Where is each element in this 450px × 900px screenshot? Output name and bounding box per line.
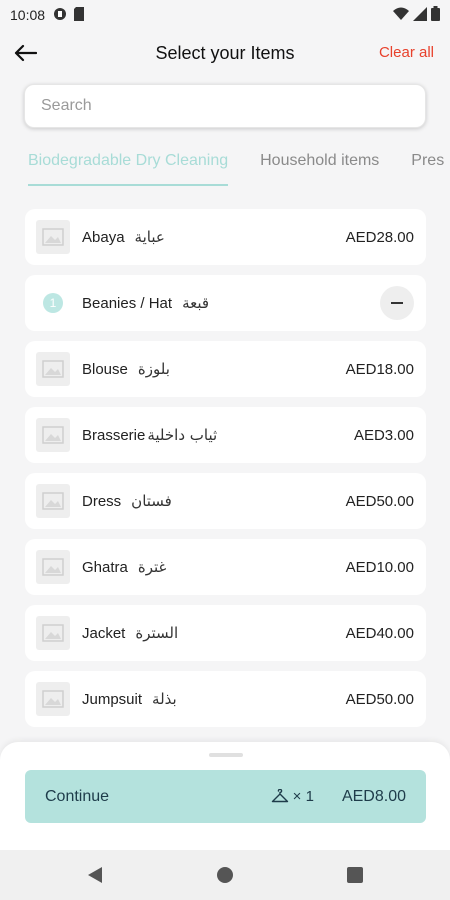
status-right xyxy=(393,6,440,24)
list-item-selected[interactable]: 1 Beanies / Hat قبعة xyxy=(25,275,426,331)
status-bar: 10:08 xyxy=(0,0,450,30)
drag-handle[interactable] xyxy=(209,753,243,757)
item-arabic-name: عباية xyxy=(134,228,165,246)
item-name: Abaya xyxy=(82,228,125,246)
item-arabic-name: قبعة xyxy=(182,294,210,312)
app-header: Select your Items Clear all xyxy=(0,32,450,74)
item-price: AED28.00 xyxy=(345,228,414,246)
status-time: 10:08 xyxy=(10,7,46,23)
item-count-value: × 1 xyxy=(292,788,314,805)
tab-household-items[interactable]: Household items xyxy=(260,146,379,186)
image-placeholder-icon xyxy=(36,418,70,452)
list-item[interactable]: Blouse بلوزة AED18.00 xyxy=(25,341,426,397)
nav-recents-button[interactable] xyxy=(340,860,370,890)
item-price: AED10.00 xyxy=(345,558,414,576)
tab-biodegradable-dry-cleaning[interactable]: Biodegradable Dry Cleaning xyxy=(28,146,229,186)
item-arabic-name: السترة xyxy=(135,624,179,642)
signal-icon xyxy=(413,6,427,24)
list-item[interactable]: Jacket السترة AED40.00 xyxy=(25,605,426,661)
circle-home-icon xyxy=(217,867,233,883)
sd-card-icon xyxy=(73,6,85,24)
item-arabic-name: بلوزة xyxy=(137,360,170,378)
nav-back-button[interactable] xyxy=(80,860,110,890)
image-placeholder-icon xyxy=(36,682,70,716)
list-item[interactable]: Ghatra غترة AED10.00 xyxy=(25,539,426,595)
nav-home-button[interactable] xyxy=(210,860,240,890)
item-arabic-name: ثياب داخلية xyxy=(147,426,218,444)
quantity-badge: 1 xyxy=(43,293,63,313)
item-price: AED40.00 xyxy=(345,624,414,642)
item-name: Jumpsuit xyxy=(82,690,143,708)
item-arabic-name: غترة xyxy=(137,558,167,576)
item-arabic-name: فستان xyxy=(131,492,172,510)
list-item[interactable]: Brasserie ثياب داخلية AED3.00 xyxy=(25,407,426,463)
image-placeholder-icon xyxy=(36,220,70,254)
item-list: Abaya عباية AED28.00 1 Beanies / Hat قبع… xyxy=(25,209,426,737)
image-placeholder-icon xyxy=(36,550,70,584)
item-price: AED50.00 xyxy=(345,690,414,708)
item-name: Brasserie xyxy=(82,426,146,444)
list-item[interactable]: Jumpsuit بذلة AED50.00 xyxy=(25,671,426,727)
square-recents-icon xyxy=(347,867,363,883)
continue-button[interactable]: Continue × 1 AED8.00 xyxy=(25,770,426,823)
back-arrow-icon xyxy=(14,44,37,62)
image-placeholder-icon xyxy=(36,352,70,386)
item-price: AED50.00 xyxy=(345,492,414,510)
item-arabic-name: بذلة xyxy=(152,690,177,708)
list-item[interactable]: Dress فستان AED50.00 xyxy=(25,473,426,529)
triangle-back-icon xyxy=(88,867,102,883)
bottom-sheet: Continue × 1 AED8.00 xyxy=(0,742,450,850)
system-nav-bar xyxy=(0,850,450,900)
item-name: Dress xyxy=(82,492,122,510)
item-name: Blouse xyxy=(82,360,128,378)
item-count: × 1 xyxy=(271,788,314,805)
item-name: Ghatra xyxy=(82,558,128,576)
total-price: AED8.00 xyxy=(341,787,406,805)
clear-all-button[interactable]: Clear all xyxy=(379,44,434,61)
item-price: AED18.00 xyxy=(345,360,414,378)
continue-label: Continue xyxy=(45,787,110,805)
search-box xyxy=(24,84,426,128)
category-tabs: Biodegradable Dry Cleaning Household ite… xyxy=(28,146,450,188)
decrease-quantity-button[interactable] xyxy=(380,286,414,320)
minus-icon xyxy=(391,302,403,304)
image-placeholder-icon xyxy=(36,484,70,518)
item-price: AED3.00 xyxy=(353,426,414,444)
battery-icon xyxy=(431,6,440,24)
item-name: Jacket xyxy=(82,624,126,642)
tab-pres[interactable]: Pres xyxy=(411,146,444,186)
back-button[interactable] xyxy=(12,40,38,66)
item-name: Beanies / Hat xyxy=(82,294,173,312)
hanger-icon xyxy=(271,788,288,802)
search-input[interactable] xyxy=(25,85,425,127)
app-notification-icon xyxy=(53,7,67,24)
list-item[interactable]: Abaya عباية AED28.00 xyxy=(25,209,426,265)
image-placeholder-icon xyxy=(36,616,70,650)
wifi-icon xyxy=(393,7,409,24)
